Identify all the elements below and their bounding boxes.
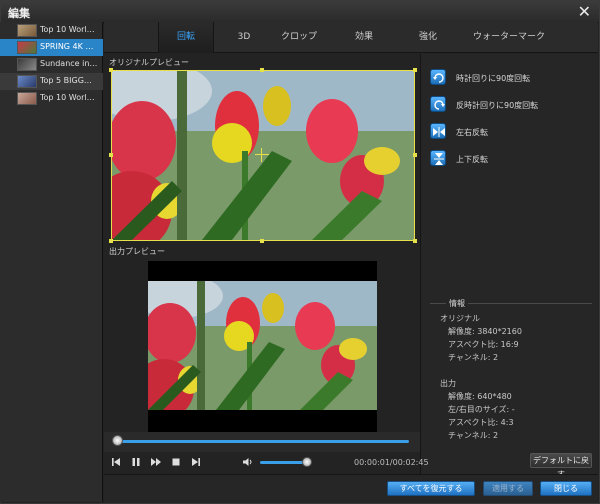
rotate-ccw-icon [434,100,445,110]
info-output-header: 出力 [440,379,456,388]
file-name: Top 10 Worl… [40,93,95,102]
rotate-cw-icon [433,73,444,83]
info-out-border: 左/右目のサイズ: - [448,405,515,414]
thumbnail-image [17,24,37,37]
file-name: Sundance in… [40,59,98,68]
tab-crop[interactable]: クロップ [276,22,322,53]
info-original-header: オリジナル [440,314,480,323]
skip-forward-icon[interactable] [190,456,202,468]
crop-handle[interactable] [413,153,417,157]
title-bar: 編集 ✕ [1,1,599,23]
crop-handle[interactable] [260,68,264,72]
info-title: 情報 [446,298,468,309]
thumbnail-image [17,41,37,54]
flip-horizontal-label[interactable]: 左右反転 [456,127,488,138]
crop-handle[interactable] [260,239,264,243]
time-display: 00:00:01/00:02:45 [354,458,429,467]
file-name: Top 10 Worl… [40,25,95,34]
thumbnail-image [17,75,37,88]
center-crosshair [255,154,269,155]
flip-vertical-icon [434,153,444,165]
tab-bar: 回転 3D クロップ 効果 強化 ウォーターマーク [104,22,598,53]
info-orig-channels: チャンネル: 2 [448,353,499,362]
thumbnail-image [17,58,37,71]
rotate-ccw-button[interactable] [430,96,446,112]
info-orig-aspect: アスペクト比: 16:9 [448,340,519,349]
window-title: 編集 [8,7,30,20]
list-item[interactable]: SPRING 4K … [0,39,103,56]
file-name: SPRING 4K … [40,42,94,51]
info-out-channels: チャンネル: 2 [448,431,499,440]
crop-handle[interactable] [413,239,417,243]
skip-back-icon[interactable] [110,456,122,468]
close-icon[interactable]: ✕ [578,2,591,21]
original-preview [111,70,415,241]
tab-rotate[interactable]: 回転 [158,22,214,53]
flip-vertical-label[interactable]: 上下反転 [456,154,488,165]
rotate-cw-button[interactable] [430,69,446,85]
thumbnail-image [17,92,37,105]
file-name: Top 5 BIGG… [40,76,92,85]
progress-bar[interactable] [117,440,409,443]
crop-handle[interactable] [109,239,113,243]
info-out-resolution: 解像度: 640*480 [448,392,512,401]
default-button[interactable]: デフォルトに戻す [530,453,592,479]
fast-forward-icon[interactable] [150,456,162,468]
flip-horizontal-button[interactable] [430,123,446,139]
pause-icon[interactable] [130,456,142,468]
tab-3d[interactable]: 3D [224,22,264,53]
close-button[interactable]: 閉じる [540,481,592,496]
list-item[interactable]: Top 10 Worl… [0,90,103,107]
flip-horizontal-icon [433,127,445,137]
tab-enhance[interactable]: 強化 [406,22,450,53]
crop-handle[interactable] [109,153,113,157]
list-item[interactable]: Top 10 Worl… [0,22,103,39]
list-item[interactable]: Sundance in… [0,56,103,73]
output-image [148,281,377,410]
tulip-image [112,71,414,240]
apply-button[interactable]: 適用する [483,481,533,496]
file-list: Top 10 Worl… SPRING 4K … Sundance in… To… [0,22,103,502]
output-preview-label: 出力プレビュー [109,247,165,256]
flip-vertical-button[interactable] [430,150,446,166]
tab-effects[interactable]: 効果 [342,22,386,53]
list-item[interactable]: Top 5 BIGG… [0,73,103,90]
crop-handle[interactable] [413,68,417,72]
tab-watermark[interactable]: ウォーターマーク [464,22,554,53]
rotate-cw-label[interactable]: 時計回りに90度回転 [456,73,530,84]
volume-icon[interactable] [242,456,254,468]
tulip-image [148,281,377,410]
info-out-aspect: アスペクト比: 4:3 [448,418,514,427]
info-orig-resolution: 解像度: 3840*2160 [448,327,522,336]
progress-knob[interactable] [112,435,123,446]
original-preview-label: オリジナルプレビュー [109,58,189,67]
crop-handle[interactable] [109,68,113,72]
stop-icon[interactable] [170,456,182,468]
volume-knob[interactable] [302,457,312,467]
rotate-ccw-label[interactable]: 反時計回りに90度回転 [456,100,538,111]
restore-all-button[interactable]: すべてを復元する [387,481,475,496]
center-crosshair [261,148,262,162]
